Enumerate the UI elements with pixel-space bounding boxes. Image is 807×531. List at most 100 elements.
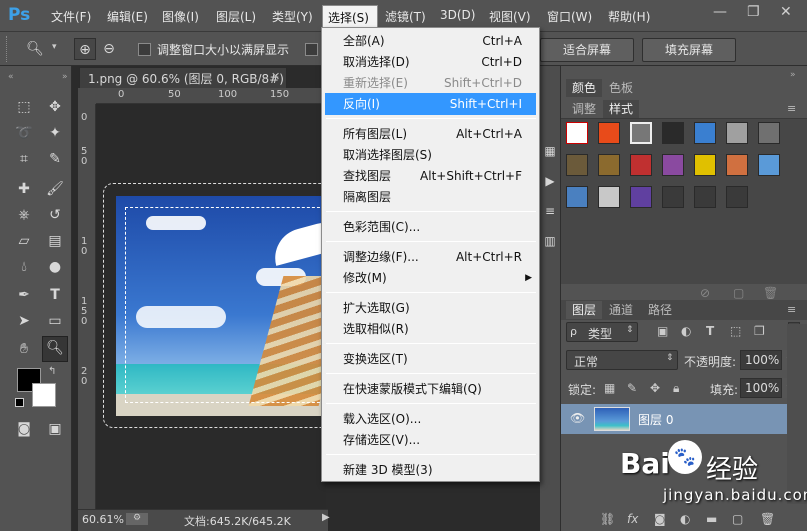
menu-select[interactable]: 选择(S) bbox=[328, 9, 369, 26]
fill-screen-button[interactable]: 填充屏幕 bbox=[642, 38, 736, 62]
rectangle-tool-icon[interactable]: ▭ bbox=[44, 310, 66, 332]
style-swatch[interactable] bbox=[694, 186, 716, 208]
lock-pixels-icon[interactable]: ✎ bbox=[627, 381, 637, 395]
fit-screen-button[interactable]: 适合屏幕 bbox=[540, 38, 634, 62]
menu-item[interactable]: 查找图层 Alt+Shift+Ctrl+F bbox=[325, 165, 536, 187]
visibility-eye-icon[interactable]: 👁︎ bbox=[570, 411, 585, 425]
menu-window[interactable]: 窗口(W) bbox=[547, 8, 592, 25]
layers-menu-icon[interactable]: ≡ bbox=[787, 303, 796, 316]
close-tab-icon[interactable]: ✕ bbox=[271, 70, 280, 83]
menu-item[interactable]: 取消选择图层(S) bbox=[325, 144, 536, 166]
close-icon[interactable]: ✕ bbox=[780, 4, 792, 20]
menu-item[interactable]: 存储选区(V)... bbox=[325, 429, 536, 451]
menu-help[interactable]: 帮助(H) bbox=[608, 8, 650, 25]
menu-item[interactable]: 反向(I) Shift+Ctrl+I bbox=[325, 93, 536, 115]
opacity-input[interactable]: 100% bbox=[740, 350, 782, 370]
filter-pixel-icon[interactable]: ▣ bbox=[657, 324, 668, 338]
move-tool-icon[interactable]: ✥ bbox=[44, 96, 66, 118]
minimize-icon[interactable]: — bbox=[713, 4, 727, 20]
background-color-swatch[interactable] bbox=[32, 383, 56, 407]
healing-brush-icon[interactable]: ✚ bbox=[13, 178, 35, 200]
tab-styles[interactable]: 样式 bbox=[603, 100, 640, 118]
zoom-in-icon[interactable]: ⊕ bbox=[74, 38, 96, 60]
menu-type[interactable]: 类型(Y) bbox=[272, 8, 313, 25]
style-swatch[interactable] bbox=[758, 154, 780, 176]
menu-item[interactable]: 选取相似(R) bbox=[325, 318, 536, 340]
menu-item[interactable]: 载入选区(O)... bbox=[325, 408, 536, 430]
style-swatch[interactable] bbox=[630, 154, 652, 176]
menu-item[interactable]: 扩大选取(G) bbox=[325, 297, 536, 319]
gradient-tool-icon[interactable]: ▤ bbox=[44, 230, 66, 252]
status-preview-icon[interactable]: ⚙ bbox=[126, 513, 148, 525]
style-swatch[interactable] bbox=[726, 186, 748, 208]
menu-view[interactable]: 视图(V) bbox=[489, 8, 531, 25]
default-colors-icon[interactable] bbox=[15, 398, 24, 407]
menu-3d[interactable]: 3D(D) bbox=[440, 8, 475, 22]
lasso-tool-icon[interactable]: ➰ bbox=[13, 122, 35, 144]
style-swatch[interactable] bbox=[566, 186, 588, 208]
style-swatch[interactable] bbox=[566, 122, 588, 144]
lock-all-icon[interactable]: 🔒︎ bbox=[673, 381, 679, 396]
tab-adjustments[interactable]: 调整 bbox=[566, 100, 602, 118]
menu-filter[interactable]: 滤镜(T) bbox=[385, 8, 426, 25]
history-brush-icon[interactable]: ↺ bbox=[44, 204, 66, 226]
link-layers-icon[interactable]: ⛓︎ bbox=[600, 512, 615, 526]
resize-windows-checkbox[interactable] bbox=[138, 43, 151, 56]
add-mask-icon[interactable]: ◙ bbox=[654, 512, 666, 526]
style-swatch[interactable] bbox=[726, 122, 748, 144]
history-panel-icon[interactable]: ▦ bbox=[539, 140, 561, 162]
layer-style-icon[interactable]: fx bbox=[627, 512, 638, 526]
style-swatch[interactable] bbox=[566, 154, 588, 176]
quick-mask-icon[interactable]: ◙ bbox=[13, 418, 35, 440]
menu-item[interactable]: 调整边缘(F)... Alt+Ctrl+R bbox=[325, 246, 536, 268]
zoom-tool-preset-icon[interactable]: 🔍︎ bbox=[24, 38, 46, 60]
clear-style-icon[interactable]: ⊘ bbox=[700, 286, 710, 300]
crop-tool-icon[interactable]: ⌗ bbox=[13, 148, 35, 170]
tab-swatches[interactable]: 色板 bbox=[603, 79, 639, 97]
status-menu-arrow-icon[interactable]: ▶ bbox=[322, 512, 330, 523]
hand-tool-icon[interactable]: ✋︎ bbox=[13, 338, 35, 360]
collapse-arrows-icon[interactable]: « bbox=[8, 72, 14, 82]
menu-edit[interactable]: 编辑(E) bbox=[107, 8, 148, 25]
menu-item[interactable]: 所有图层(L) Alt+Ctrl+A bbox=[325, 123, 536, 145]
style-swatch[interactable] bbox=[630, 186, 652, 208]
delete-layer-icon[interactable]: 🗑︎ bbox=[760, 512, 775, 526]
menu-item[interactable]: 变换选区(T) bbox=[325, 348, 536, 370]
style-swatch[interactable] bbox=[598, 186, 620, 208]
eraser-tool-icon[interactable]: ▱ bbox=[13, 230, 35, 252]
lock-transparent-icon[interactable]: ▦ bbox=[604, 381, 615, 395]
style-swatch[interactable] bbox=[598, 122, 620, 144]
style-swatch[interactable] bbox=[694, 122, 716, 144]
delete-style-icon[interactable]: 🗑︎ bbox=[763, 286, 778, 300]
eyedropper-icon[interactable]: ✎ bbox=[44, 148, 66, 170]
menu-item[interactable]: 在快速蒙版模式下编辑(Q) bbox=[325, 378, 536, 400]
fill-input[interactable]: 100% bbox=[740, 378, 782, 398]
group-icon[interactable]: ▬ bbox=[706, 512, 717, 526]
lock-position-icon[interactable]: ✥ bbox=[650, 381, 660, 395]
zoom-tool-icon[interactable]: 🔍︎ bbox=[42, 336, 68, 362]
layers-scrollbar[interactable] bbox=[787, 324, 807, 504]
menu-item[interactable]: 重新选择(E) Shift+Ctrl+D bbox=[325, 72, 536, 94]
tab-layers[interactable]: 图层 bbox=[566, 301, 603, 319]
style-swatch[interactable] bbox=[662, 122, 684, 144]
style-swatch[interactable] bbox=[630, 122, 652, 144]
menu-item[interactable]: 取消选择(D) Ctrl+D bbox=[325, 51, 536, 73]
screen-mode-icon[interactable]: ▣ bbox=[44, 418, 66, 440]
dodge-tool-icon[interactable]: ● bbox=[44, 256, 66, 278]
filter-adjustment-icon[interactable]: ◐ bbox=[681, 324, 691, 338]
filter-type-icon[interactable]: T bbox=[706, 324, 714, 338]
swap-colors-icon[interactable]: ↰ bbox=[48, 366, 56, 377]
path-selection-icon[interactable]: ➤ bbox=[13, 310, 35, 332]
chevron-down-icon[interactable]: ▾ bbox=[52, 42, 57, 52]
menu-layer[interactable]: 图层(L) bbox=[216, 8, 256, 25]
actions-panel-icon[interactable]: ▶ bbox=[539, 170, 561, 192]
menu-item[interactable]: 隔离图层 bbox=[325, 186, 536, 208]
type-tool-icon[interactable]: T bbox=[44, 284, 66, 306]
magic-wand-icon[interactable]: ✦ bbox=[44, 122, 66, 144]
menu-item[interactable]: 全部(A) Ctrl+A bbox=[325, 30, 536, 52]
filter-shape-icon[interactable]: ⬚ bbox=[730, 324, 741, 338]
menu-file[interactable]: 文件(F) bbox=[51, 8, 91, 25]
adjustment-layer-icon[interactable]: ◐ bbox=[680, 512, 690, 526]
style-swatch[interactable] bbox=[758, 122, 780, 144]
style-swatch[interactable] bbox=[662, 186, 684, 208]
